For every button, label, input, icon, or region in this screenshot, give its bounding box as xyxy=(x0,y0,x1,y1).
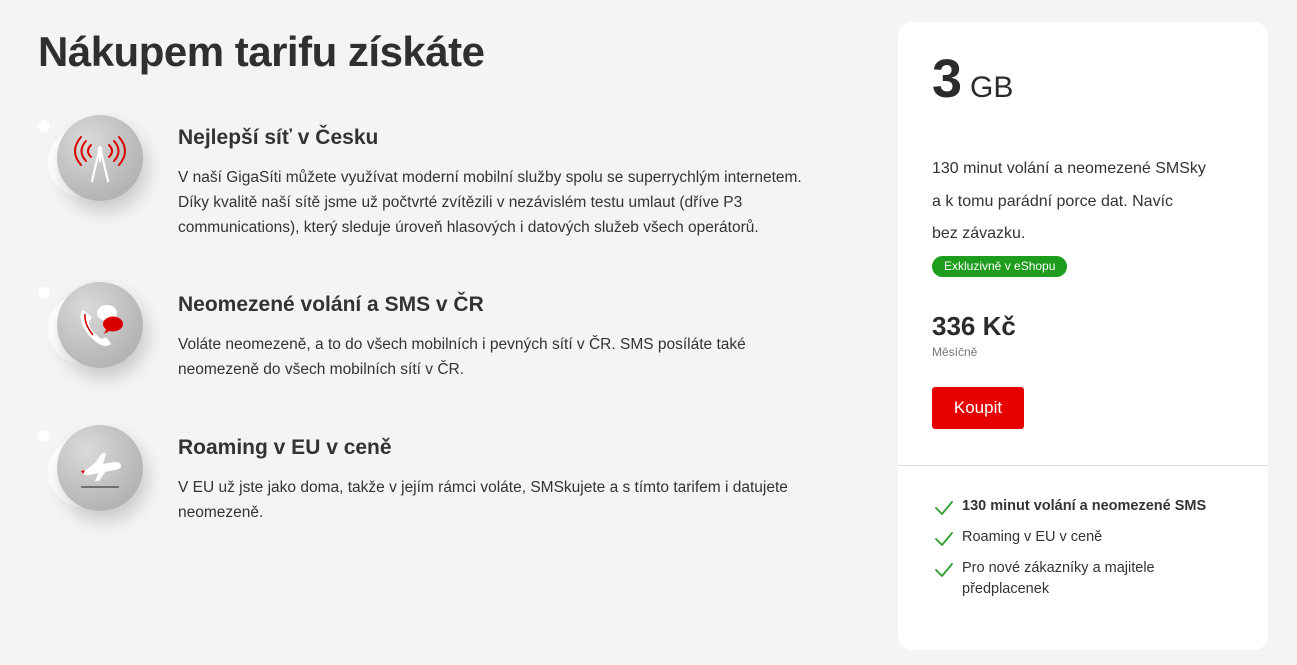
feature-text-line: neomezeně do všech mobilních sítí v ČR. xyxy=(178,361,465,378)
check-icon xyxy=(935,563,953,577)
tariff-description-line: bez závazku. xyxy=(932,225,1026,242)
phone-message-icon xyxy=(57,282,143,368)
decorative-dot xyxy=(38,287,50,299)
decorative-dot xyxy=(38,120,50,132)
tariff-description-line: a k tomu parádní porce dat. Navíc xyxy=(932,192,1174,210)
feature-text-line: V EU už jste jako doma, takže v jejím rá… xyxy=(178,479,788,496)
section-title: Nákupem tarifu získáte xyxy=(38,28,485,75)
benefit-text-line: Pro nové zákazníky a majitele xyxy=(962,560,1155,576)
feature-title: Roaming v EU v ceně xyxy=(178,436,392,459)
feature-title: Nejlepší síť v Česku xyxy=(178,126,379,149)
check-icon xyxy=(935,532,953,546)
eshop-exclusive-badge: Exkluzivně v eShopu xyxy=(932,256,1068,277)
feature-title: Neomezené volání a SMS v ČR xyxy=(178,293,484,316)
data-amount-number: 3 xyxy=(932,49,963,109)
benefit-text: Pro nové zákazníky a majitele předplacen… xyxy=(962,558,1254,600)
airplane-icon xyxy=(57,425,143,511)
benefit-item: 130 minut volání a neomezené SMS xyxy=(934,496,1254,517)
feature-description: V EU už jste jako doma, takže v jejím rá… xyxy=(178,475,838,525)
feature-icon-wrap xyxy=(38,113,158,233)
card-divider xyxy=(898,465,1268,466)
feature-icon-wrap xyxy=(38,423,158,543)
feature-text-line: Díky kvalitě naší sítě jsme už počtvrté … xyxy=(178,194,743,211)
decorative-dot xyxy=(38,430,50,442)
feature-unlimited-calls: Neomezené volání a SMS v ČR Voláte neome… xyxy=(38,280,838,410)
benefit-text: Roaming v EU v ceně xyxy=(962,529,1103,545)
feature-text-line: neomezeně. xyxy=(178,504,264,521)
data-amount-unit: GB xyxy=(970,71,1014,104)
benefit-item: Pro nové zákazníky a majitele předplacen… xyxy=(934,558,1254,600)
benefit-item: Roaming v EU v ceně xyxy=(934,527,1254,548)
data-amount: 3 GB xyxy=(932,48,1013,110)
feature-text-line: V naší GigaSíti můžete využívat moderní … xyxy=(178,169,802,186)
tariff-price: 336 Kč xyxy=(932,311,1016,341)
feature-best-network: Nejlepší síť v Česku V naší GigaSíti můž… xyxy=(38,113,838,243)
benefits-list: 130 minut volání a neomezené SMS Roaming… xyxy=(934,496,1254,610)
page: Nákupem tarifu získáte Nejlepší síť v Če… xyxy=(0,0,1297,665)
price-period: Měsíčně xyxy=(932,345,978,359)
check-icon xyxy=(935,501,953,515)
tariff-description-line: 130 minut volání a neomezené SMSky xyxy=(932,160,1206,177)
feature-text-line: communications), který sleduje úroveň hl… xyxy=(178,219,759,236)
feature-description: V naší GigaSíti můžete využívat moderní … xyxy=(178,165,838,240)
feature-description: Voláte neomezeně, a to do všech mobilníc… xyxy=(178,332,838,382)
benefit-text: 130 minut volání a neomezené SMS xyxy=(962,498,1207,514)
tariff-description: 130 minut volání a neomezené SMSky a k t… xyxy=(932,153,1242,251)
benefit-text-line: předplacenek xyxy=(962,581,1050,597)
feature-eu-roaming: Roaming v EU v ceně V EU už jste jako do… xyxy=(38,423,838,553)
tariff-card: 3 GB 130 minut volání a neomezené SMSky a… xyxy=(898,22,1268,650)
buy-button[interactable]: Koupit xyxy=(932,387,1024,429)
feature-icon-wrap xyxy=(38,280,158,400)
signal-tower-icon xyxy=(57,115,143,201)
feature-text-line: Voláte neomezeně, a to do všech mobilníc… xyxy=(178,336,746,353)
